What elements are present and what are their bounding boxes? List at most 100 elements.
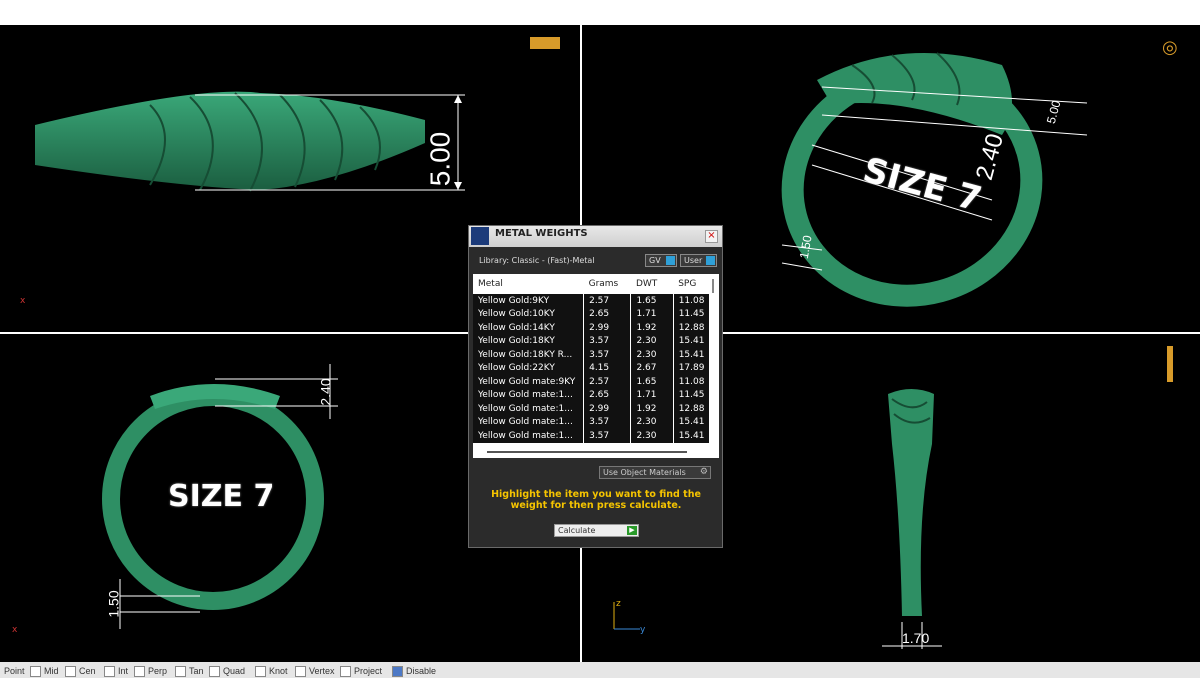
hint-text: Highlight the item you want to find the … xyxy=(491,489,701,511)
table-cell: 2.99 xyxy=(583,402,632,416)
osnap-perp[interactable]: Perp xyxy=(134,666,168,678)
osnap-statusbar: Point Mid Cen Int Perp Tan Quad Knot Vertex Proje… xyxy=(0,662,1200,678)
use-object-materials-label: Use Object Materials xyxy=(603,468,686,477)
checkbox[interactable] xyxy=(134,666,145,678)
table-row[interactable]: Yellow Gold mate:9KY 2.57 1.65 11.08 xyxy=(473,375,719,389)
table-row[interactable]: Yellow Gold:9KY 2.57 1.65 11.08 xyxy=(473,294,719,308)
table-cell: 1.92 xyxy=(630,402,674,416)
gv-toggle-label: GV xyxy=(649,256,661,265)
dialog-title: METAL WEIGHTS xyxy=(495,228,588,239)
table-cell: Yellow Gold mate:1... xyxy=(473,429,585,443)
table-cell: 1.65 xyxy=(630,375,674,389)
table-cell: 3.57 xyxy=(583,429,632,443)
table-cell: Yellow Gold:9KY xyxy=(473,294,585,308)
osnap-label: Perp xyxy=(148,666,168,676)
svg-text:◎: ◎ xyxy=(1162,37,1178,58)
svg-text:x: x xyxy=(20,296,26,306)
table-cell: 2.30 xyxy=(630,415,674,429)
play-icon: ▶ xyxy=(627,526,637,535)
close-icon[interactable]: × xyxy=(705,230,718,243)
osnap-cen[interactable]: Cen xyxy=(65,666,96,678)
table-cell: 2.30 xyxy=(630,429,674,443)
osnap-label: Vertex xyxy=(309,666,335,676)
checkbox[interactable] xyxy=(295,666,306,678)
table-cell: Yellow Gold mate:9KY xyxy=(473,375,585,389)
table-row[interactable]: Yellow Gold mate:1... 3.57 2.30 15.41 xyxy=(473,429,719,443)
dimension-label: 1.50 xyxy=(105,590,122,618)
osnap-disable[interactable]: Disable xyxy=(392,666,437,678)
table-row[interactable]: Yellow Gold:22KY 4.15 2.67 17.89 xyxy=(473,361,719,375)
checkbox[interactable] xyxy=(104,666,115,678)
gear-icon[interactable]: ⚙ xyxy=(700,467,708,478)
column-header-metal[interactable]: Metal xyxy=(473,274,584,294)
table-cell: 2.67 xyxy=(630,361,674,375)
table-cell: Yellow Gold:22KY xyxy=(473,361,585,375)
use-object-materials-field[interactable]: Use Object Materials ⚙ xyxy=(599,466,711,479)
metal-table[interactable]: Metal Grams DWT SPG Yellow Gold:9KY 2.57 1… xyxy=(473,274,719,458)
osnap-knot[interactable]: Knot xyxy=(255,666,288,678)
table-cell: 1.65 xyxy=(630,294,674,308)
ring-size-label: SIZE 7 xyxy=(168,479,275,514)
table-cell: 1.92 xyxy=(630,321,674,335)
osnap-label: Cen xyxy=(79,666,96,676)
axis-z-label: z xyxy=(616,599,621,609)
osnap-label: Quad xyxy=(223,666,246,676)
checkbox[interactable] xyxy=(209,666,220,678)
user-toggle-label: User xyxy=(684,256,703,265)
osnap-vertex[interactable]: Vertex xyxy=(295,666,335,678)
calculate-button[interactable]: Calculate ▶ xyxy=(554,524,639,537)
table-cell: 3.57 xyxy=(583,334,632,348)
osnap-quad[interactable]: Quad xyxy=(209,666,246,678)
table-cell: Yellow Gold mate:1... xyxy=(473,402,585,416)
osnap-project[interactable]: Project xyxy=(340,666,383,678)
osnap-int[interactable]: Int xyxy=(104,666,129,678)
dialog-titlebar[interactable]: METAL WEIGHTS × xyxy=(469,226,722,247)
checkbox[interactable] xyxy=(392,666,403,678)
axis-y-label: y xyxy=(640,625,646,635)
horizontal-scrollbar[interactable] xyxy=(473,446,709,458)
checkbox[interactable] xyxy=(255,666,266,678)
axis-x-label: x xyxy=(12,625,18,635)
dimension-label: 2.40 xyxy=(317,378,334,406)
checkbox[interactable] xyxy=(175,666,186,678)
table-row[interactable]: Yellow Gold mate:1... 3.57 2.30 15.41 xyxy=(473,415,719,429)
library-label: Library: Classic - (Fast)-Metal xyxy=(479,256,595,265)
table-cell: 3.57 xyxy=(583,348,632,362)
table-row[interactable]: Yellow Gold mate:1... 2.65 1.71 11.45 xyxy=(473,388,719,402)
osnap-mid[interactable]: Mid xyxy=(30,666,59,678)
table-cell: 2.65 xyxy=(583,388,632,402)
osnap-point[interactable]: Point xyxy=(4,666,25,676)
table-cell: 2.57 xyxy=(583,294,632,308)
table-cell: Yellow Gold:18KY R... xyxy=(473,348,585,362)
table-cell: 2.30 xyxy=(630,334,674,348)
table-cell: 2.65 xyxy=(583,307,632,321)
checkbox[interactable] xyxy=(30,666,41,678)
column-header-grams[interactable]: Grams xyxy=(583,274,631,294)
table-cell: 3.57 xyxy=(583,415,632,429)
calculate-label: Calculate xyxy=(558,526,596,535)
table-row[interactable]: Yellow Gold:18KY R... 3.57 2.30 15.41 xyxy=(473,348,719,362)
checkbox[interactable] xyxy=(65,666,76,678)
table-row[interactable]: Yellow Gold:18KY 3.57 2.30 15.41 xyxy=(473,334,719,348)
gv-toggle[interactable]: GV xyxy=(645,254,677,267)
osnap-label: Project xyxy=(354,666,383,676)
osnap-label: Int xyxy=(118,666,129,676)
table-row[interactable]: Yellow Gold:14KY 2.99 1.92 12.88 xyxy=(473,321,719,335)
osnap-tan[interactable]: Tan xyxy=(175,666,204,678)
table-row[interactable]: Yellow Gold mate:1... 2.99 1.92 12.88 xyxy=(473,402,719,416)
vertical-scrollbar[interactable] xyxy=(709,274,719,458)
table-cell: Yellow Gold mate:1... xyxy=(473,388,585,402)
table-cell: 1.71 xyxy=(630,388,674,402)
table-row[interactable]: Yellow Gold:10KY 2.65 1.71 11.45 xyxy=(473,307,719,321)
table-cell: Yellow Gold mate:1... xyxy=(473,415,585,429)
user-toggle[interactable]: User xyxy=(680,254,717,267)
metal-weights-dialog[interactable]: METAL WEIGHTS × Library: Classic - (Fast… xyxy=(468,225,723,548)
checkbox[interactable] xyxy=(340,666,351,678)
table-cell: 2.57 xyxy=(583,375,632,389)
osnap-label: Disable xyxy=(406,666,437,676)
table-cell: 2.99 xyxy=(583,321,632,335)
app-logo-icon xyxy=(471,227,489,245)
column-header-dwt[interactable]: DWT xyxy=(630,274,674,294)
table-cell: 4.15 xyxy=(583,361,632,375)
dimension-label: 1.70 xyxy=(902,630,930,646)
